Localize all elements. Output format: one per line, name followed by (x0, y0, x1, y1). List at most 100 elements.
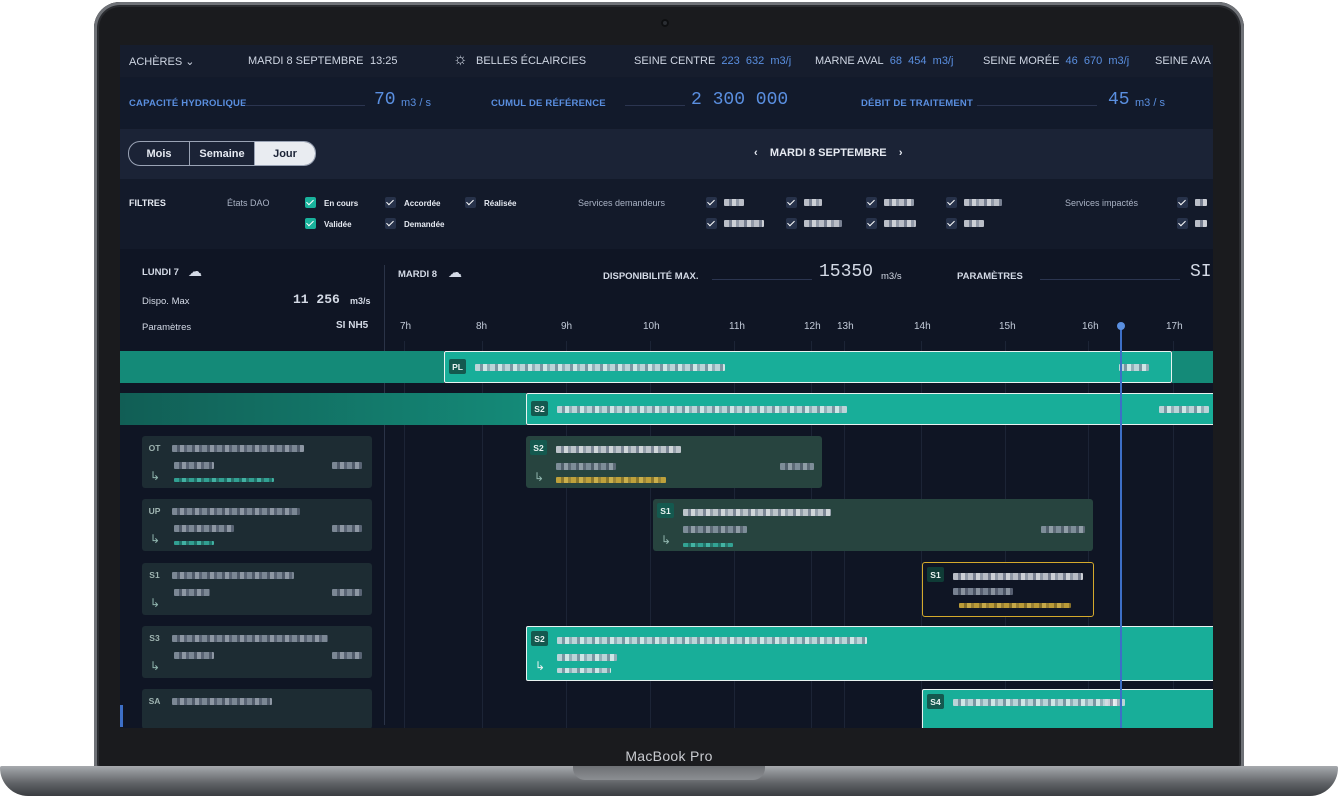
prev-params-label: Paramètres (142, 322, 192, 333)
event-card[interactable]: S2 ↳ (526, 436, 822, 488)
event-bar-s2[interactable]: S2 (526, 393, 1213, 425)
day-divider (384, 265, 385, 725)
station-name: SEINE CENTRE (634, 55, 716, 67)
event-band[interactable] (1172, 351, 1213, 383)
event-tag: S1 (927, 567, 944, 582)
states-label: États DAO (227, 198, 270, 208)
station-unit: m3/j (770, 55, 792, 67)
top-status-bar: ACHÈRES ⌄ MARDI 8 SEPTEMBRE 13:25 ☼ BELL… (120, 45, 1213, 77)
event-tag: S4 (927, 694, 944, 709)
redacted-text (1159, 406, 1209, 413)
app-screen: ACHÈRES ⌄ MARDI 8 SEPTEMBRE 13:25 ☼ BELL… (120, 45, 1213, 728)
checkbox-impacted[interactable] (1177, 218, 1188, 229)
redacted-text (556, 477, 666, 483)
event-card[interactable]: S1 ↳ (653, 499, 1093, 551)
prev-day-card[interactable]: UP ↳ (142, 499, 372, 551)
checkbox-requester[interactable] (706, 197, 717, 208)
prev-day-card[interactable]: SA (142, 689, 372, 728)
station-value: 68 (889, 55, 903, 67)
divider (245, 105, 365, 106)
checkbox-requester[interactable] (946, 218, 957, 229)
site-selector[interactable]: ACHÈRES ⌄ (129, 55, 194, 68)
checkbox-accordee[interactable] (385, 197, 396, 208)
station-name: MARNE AVAL (815, 55, 884, 67)
current-time: 13:25 (370, 55, 398, 67)
event-tag: S2 (531, 631, 548, 646)
event-card-selected[interactable]: S1 (922, 562, 1094, 617)
corner-arrow-icon: ↳ (150, 596, 161, 610)
event-bar-s4[interactable]: S4 (922, 689, 1213, 728)
event-band[interactable] (120, 351, 444, 383)
event-tag: S1 (657, 503, 674, 518)
event-tag: UP (148, 505, 161, 516)
redacted-text (475, 364, 725, 371)
redacted-text (174, 525, 234, 532)
event-tag: S3 (149, 632, 160, 643)
cloud-rain-icon: ☁ (188, 263, 202, 279)
hour-label: 15h (999, 321, 1016, 332)
weather-label: BELLES ÉCLAIRCIES (476, 55, 587, 67)
redacted-text (557, 654, 617, 661)
redacted-text (959, 603, 1071, 608)
redacted-text (172, 508, 300, 515)
redacted-text (683, 509, 831, 516)
chevron-left-icon[interactable]: ‹ (754, 147, 758, 159)
redacted-text (332, 652, 362, 659)
hour-label: 12h (804, 321, 821, 332)
checkbox-requester[interactable] (786, 197, 797, 208)
checkbox-label: Validée (324, 220, 352, 229)
impacted-label: Services impactés (1065, 198, 1139, 208)
site-name: ACHÈRES (129, 56, 183, 68)
event-band[interactable] (120, 393, 526, 425)
checkbox-requester[interactable] (946, 197, 957, 208)
sun-icon: ☼ (453, 51, 468, 68)
kpi-bar: CAPACITÉ HYDROLIQUE 70 m3 / s CUMUL DE R… (120, 78, 1213, 128)
checkbox-requester[interactable] (706, 218, 717, 229)
view-switch: Mois Semaine Jour (128, 141, 316, 166)
hour-label: 17h (1166, 321, 1183, 332)
checkbox-en-cours[interactable] (305, 197, 316, 208)
redacted-text (332, 525, 362, 532)
prev-dispo-value: 11 256 (293, 292, 340, 307)
checkbox-label: Demandée (404, 220, 445, 229)
checkbox-realisee[interactable] (465, 197, 476, 208)
prev-day-card[interactable]: OT ↳ (142, 436, 372, 488)
redacted-text (683, 526, 747, 533)
curr-dispo-value: 15350 (819, 262, 874, 282)
divider (625, 105, 685, 106)
redacted-text (174, 652, 214, 659)
checkbox-demandee[interactable] (385, 218, 396, 229)
redacted-text (172, 698, 272, 705)
checkbox-requester[interactable] (866, 197, 877, 208)
event-bar-pl[interactable]: PL (444, 351, 1172, 383)
hour-label: 11h (729, 321, 745, 332)
hour-label: 7h (400, 321, 412, 332)
curr-params-label: PARAMÈTRES (957, 271, 1023, 282)
filters-panel: FILTRES États DAO En cours Accordée Réal… (120, 179, 1213, 249)
redacted-text (174, 462, 214, 469)
chevron-right-icon[interactable]: › (899, 147, 903, 159)
checkbox-validee[interactable] (305, 218, 316, 229)
kpi-label: CAPACITÉ HYDROLIQUE (129, 98, 247, 109)
event-tag: OT (148, 442, 161, 453)
tab-mois[interactable]: Mois (129, 142, 190, 165)
prev-day-card[interactable]: S3 ↳ (142, 626, 372, 678)
scroll-indicator[interactable] (120, 705, 123, 727)
checkbox-label: Accordée (404, 199, 441, 208)
event-bar-s2[interactable]: S2 ↳ (526, 626, 1213, 681)
redacted-text (964, 220, 984, 227)
checkbox-requester[interactable] (866, 218, 877, 229)
checkbox-impacted[interactable] (1177, 197, 1188, 208)
redacted-text (884, 199, 914, 206)
kpi-unit: m3 / s (401, 97, 431, 109)
redacted-text (964, 199, 1002, 206)
prev-day-card[interactable]: S1 ↳ (142, 563, 372, 615)
event-tag: S2 (531, 401, 548, 416)
tab-semaine[interactable]: Semaine (190, 142, 255, 165)
prev-day-name: LUNDI 7 (142, 267, 179, 278)
station-seine-aval: SEINE AVA (1155, 55, 1211, 67)
checkbox-requester[interactable] (786, 218, 797, 229)
tab-jour[interactable]: Jour (255, 142, 315, 165)
redacted-text (174, 478, 274, 482)
station-value: 46 (1065, 55, 1078, 67)
